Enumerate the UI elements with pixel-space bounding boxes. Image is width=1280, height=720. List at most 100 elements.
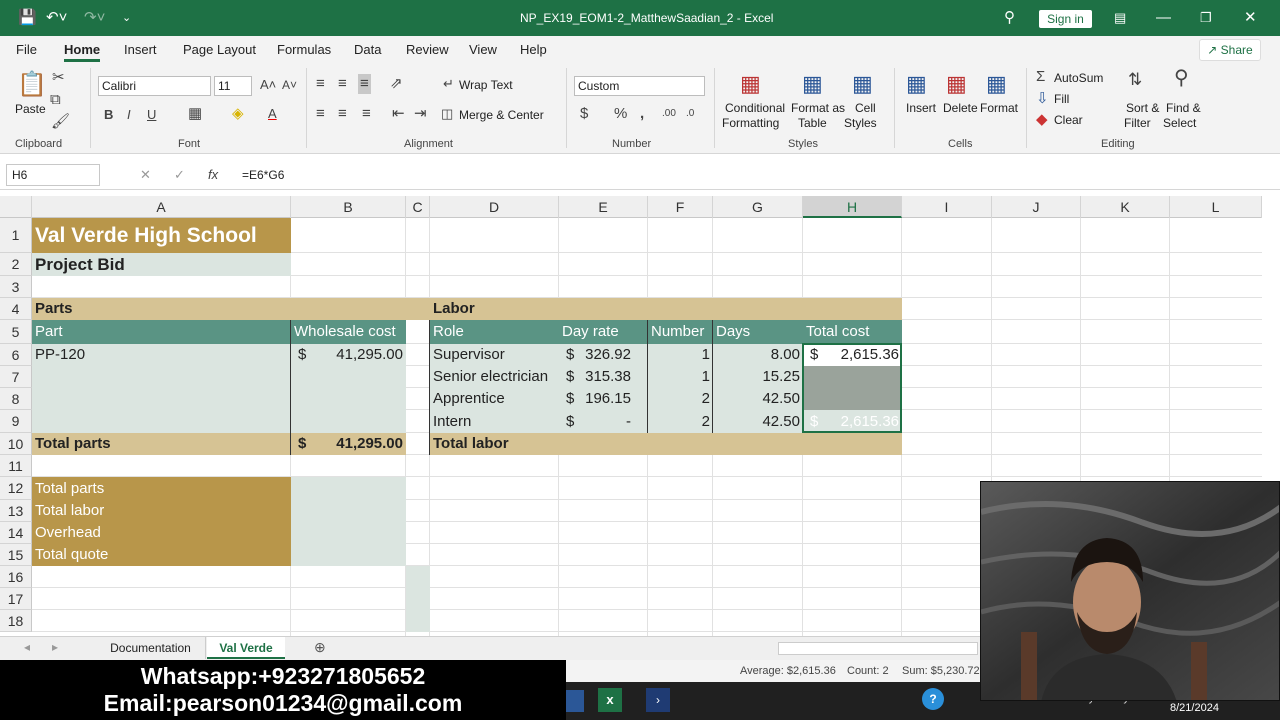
cell-a15[interactable]: Total quote [32, 544, 291, 566]
row-header-1[interactable]: 1 [0, 218, 32, 253]
column-header-f[interactable]: F [648, 196, 713, 218]
cell-g9[interactable]: 42.50 [713, 410, 803, 433]
column-header-k[interactable]: K [1081, 196, 1170, 218]
column-header-l[interactable]: L [1170, 196, 1262, 218]
cell-f7[interactable]: 1 [648, 366, 713, 388]
row-header-16[interactable]: 16 [0, 566, 32, 588]
cell-g5[interactable]: Days [713, 320, 803, 344]
customize-toolbar-icon[interactable]: ⌄ [122, 8, 131, 28]
cell-a6[interactable]: PP-120 [32, 344, 291, 366]
fill-button[interactable]: Fill [1054, 92, 1069, 106]
column-header-g[interactable]: G [713, 196, 803, 218]
tab-help[interactable]: Help [520, 42, 547, 57]
cell-e5[interactable]: Day rate [559, 320, 648, 344]
italic-icon[interactable]: I [127, 107, 131, 123]
scroll-right-icon[interactable]: ▸ [52, 640, 58, 654]
tab-page-layout[interactable]: Page Layout [183, 42, 256, 57]
find-select-icon[interactable]: ⚲ [1174, 68, 1189, 88]
cell-styles-label-1[interactable]: Cell [855, 101, 876, 115]
row-header-5[interactable]: 5 [0, 320, 32, 344]
row-header-17[interactable]: 17 [0, 588, 32, 610]
comma-icon[interactable]: , [640, 106, 644, 122]
bold-icon[interactable]: B [104, 107, 113, 123]
terminal-taskbar-icon[interactable]: › [646, 688, 670, 712]
save-icon[interactable]: 💾 [18, 8, 37, 28]
sign-in-button[interactable]: Sign in [1039, 10, 1092, 28]
cell-e8[interactable]: 196.15 [545, 388, 634, 410]
minimize-icon[interactable]: — [1156, 8, 1171, 28]
cell-f5[interactable]: Number [648, 320, 713, 344]
autosum-icon[interactable]: Σ [1036, 69, 1045, 85]
formula-input[interactable]: =E6*G6 [242, 168, 284, 182]
tab-view[interactable]: View [469, 42, 497, 57]
cell-styles-icon[interactable]: ▦ [852, 72, 873, 96]
cell-a14[interactable]: Overhead [32, 522, 291, 544]
cell-d4[interactable]: Labor [430, 298, 559, 320]
format-as-table-label-1[interactable]: Format as [791, 101, 845, 115]
sort-filter-label-1[interactable]: Sort & [1126, 101, 1159, 115]
column-header-b[interactable]: B [291, 196, 406, 218]
column-header-e[interactable]: E [559, 196, 648, 218]
decrease-decimal-icon[interactable]: .0 [686, 106, 694, 122]
row-header-10[interactable]: 10 [0, 433, 32, 455]
add-sheet-icon[interactable]: ⊕ [314, 639, 326, 656]
cell-f8[interactable]: 2 [648, 388, 713, 410]
cell-styles-label-2[interactable]: Styles [844, 116, 877, 130]
merge-icon[interactable]: ◫ [441, 106, 453, 122]
row-header-6[interactable]: 6 [0, 344, 32, 366]
cell-d9[interactable]: Intern [430, 410, 559, 433]
cell-g8[interactable]: 42.50 [713, 388, 803, 410]
cell-d8[interactable]: Apprentice [430, 388, 559, 410]
column-header-h[interactable]: H [803, 196, 902, 218]
cell-a13[interactable]: Total labor [32, 500, 291, 522]
cell-e6[interactable]: 326.92 [545, 344, 634, 366]
cell-d6[interactable]: Supervisor [430, 344, 559, 366]
cell-a10[interactable]: Total parts [32, 433, 291, 455]
insert-cells-icon[interactable]: ▦ [906, 72, 927, 96]
align-center-icon[interactable]: ≡ [338, 106, 347, 122]
cut-icon[interactable]: ✂ [52, 70, 65, 86]
tab-file[interactable]: File [16, 42, 37, 57]
merge-center-button[interactable]: Merge & Center [459, 108, 544, 122]
format-painter-icon[interactable]: 🖌 [51, 114, 70, 130]
paste-icon[interactable]: 📋 [17, 72, 47, 98]
cell-d10[interactable]: Total labor [430, 433, 559, 455]
excel-taskbar-icon[interactable]: x [598, 688, 622, 712]
row-header-2[interactable]: 2 [0, 253, 32, 276]
clear-button[interactable]: Clear [1054, 113, 1083, 127]
conditional-formatting-label-1[interactable]: Conditional [725, 101, 785, 115]
font-size-select[interactable]: 11 [214, 76, 252, 96]
cell-a4[interactable]: Parts [32, 298, 291, 320]
tab-insert[interactable]: Insert [124, 42, 157, 57]
delete-cells-icon[interactable]: ▦ [946, 72, 967, 96]
format-as-table-label-2[interactable]: Table [798, 116, 827, 130]
row-header-15[interactable]: 15 [0, 544, 32, 566]
wrap-text-button[interactable]: Wrap Text [459, 78, 513, 92]
format-as-table-icon[interactable]: ▦ [802, 72, 823, 96]
format-cells-icon[interactable]: ▦ [986, 72, 1007, 96]
select-all-corner[interactable] [0, 196, 32, 218]
search-icon[interactable]: ⚲ [1004, 8, 1015, 28]
column-header-d[interactable]: D [430, 196, 559, 218]
restore-icon[interactable]: ❐ [1200, 8, 1212, 28]
cell-f9[interactable]: 2 [648, 410, 713, 433]
help-taskbar-icon[interactable]: ? [922, 688, 944, 710]
autosum-button[interactable]: AutoSum [1054, 71, 1103, 85]
currency-icon[interactable]: $ [580, 106, 588, 122]
decrease-indent-icon[interactable]: ⇤ [392, 106, 405, 122]
decrease-font-icon[interactable]: A˅ [282, 77, 297, 93]
cell-f6[interactable]: 1 [648, 344, 713, 366]
align-middle-icon[interactable]: ≡ [338, 76, 347, 92]
row-header-8[interactable]: 8 [0, 388, 32, 410]
increase-decimal-icon[interactable]: .00 [662, 106, 676, 122]
cancel-icon[interactable]: ✕ [140, 167, 151, 183]
fill-icon[interactable]: ⇩ [1036, 91, 1049, 107]
number-format-select[interactable]: Custom [574, 76, 705, 96]
row-header-3[interactable]: 3 [0, 276, 32, 298]
row-header-9[interactable]: 9 [0, 410, 32, 433]
row-header-4[interactable]: 4 [0, 298, 32, 320]
conditional-formatting-icon[interactable]: ▦ [740, 72, 761, 96]
orientation-icon[interactable]: ⇗ [390, 76, 403, 92]
cell-h6[interactable]: 2,615.36 [803, 344, 902, 366]
percent-icon[interactable]: % [614, 106, 627, 122]
